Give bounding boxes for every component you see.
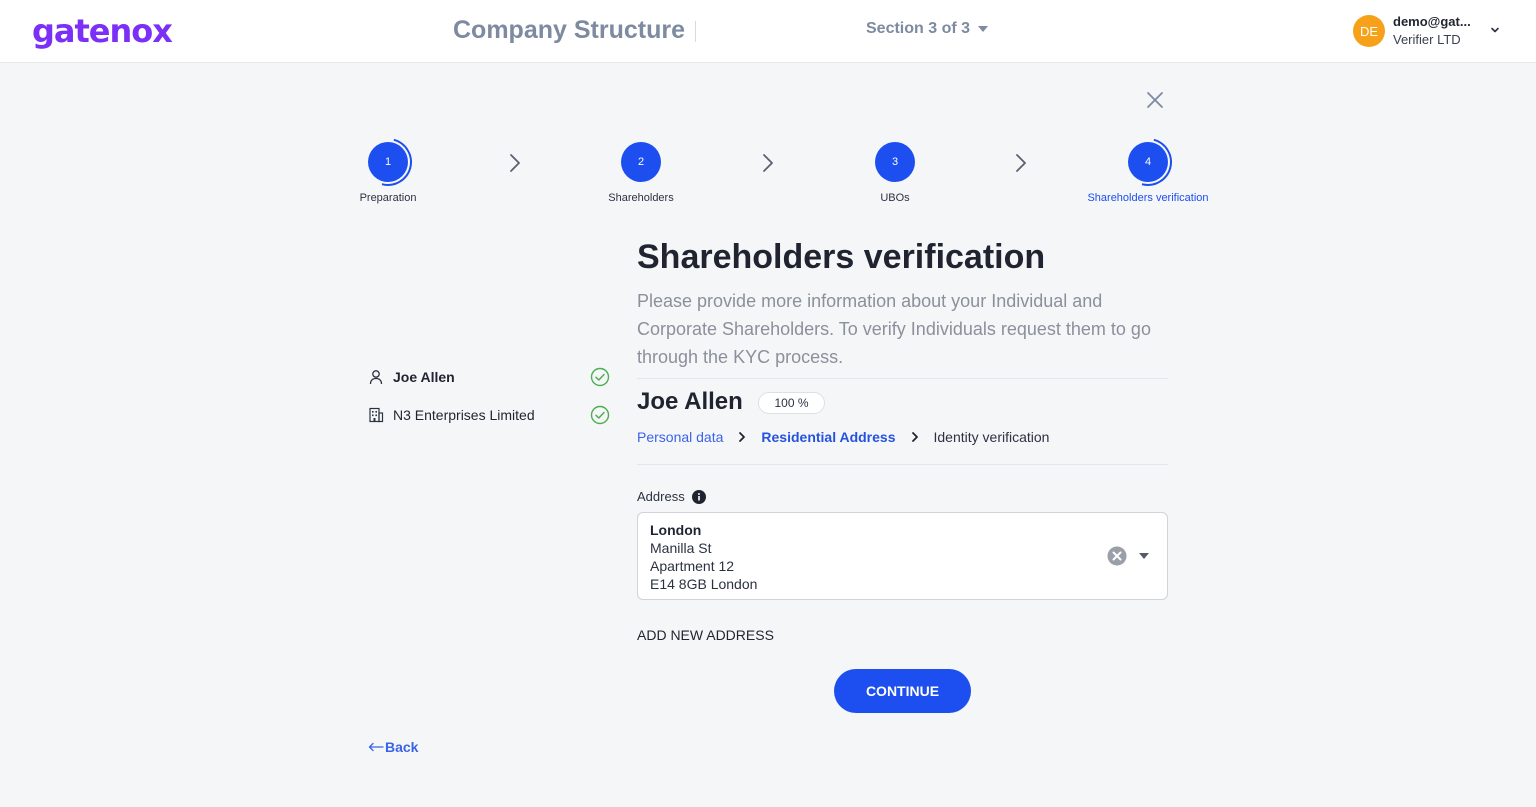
address-line: Manilla St <box>650 540 712 556</box>
shareholder-name: Joe Allen <box>637 388 743 415</box>
selected-address: London Manilla St Apartment 12 E14 8GB L… <box>650 521 757 593</box>
ownership-badge: 100 % <box>758 392 825 414</box>
top-bar: gatenox Company Structure Section 3 of 3… <box>0 0 1536 63</box>
check-circle-icon <box>590 367 610 387</box>
breadcrumb-personal-data[interactable]: Personal data <box>637 429 723 445</box>
user-info: demo@gat... Verifier LTD <box>1393 13 1475 49</box>
step-label: UBOs <box>880 192 910 204</box>
close-icon[interactable] <box>1145 90 1165 110</box>
title-divider <box>695 21 696 42</box>
building-icon <box>369 407 384 423</box>
step-label: Preparation <box>359 192 417 204</box>
breadcrumb-residential-address[interactable]: Residential Address <box>761 429 895 445</box>
step-shareholders-verification[interactable]: 4 Shareholders verification <box>1058 142 1238 204</box>
caret-down-icon[interactable] <box>1139 553 1149 559</box>
step-label: Shareholders verification <box>1087 192 1209 204</box>
breadcrumb-identity-verification[interactable]: Identity verification <box>934 429 1050 445</box>
section-description: Please provide more information about yo… <box>637 291 1151 367</box>
user-org: Verifier LTD <box>1393 32 1461 47</box>
entity-item-company[interactable]: N3 Enterprises Limited <box>368 405 610 425</box>
chevron-down-icon[interactable] <box>1489 24 1501 36</box>
chevron-right-icon <box>763 154 773 172</box>
section-heading: Shareholders verification <box>637 238 1046 276</box>
user-menu[interactable]: DE demo@gat... Verifier LTD <box>1353 13 1475 49</box>
step-shareholders[interactable]: 2 Shareholders <box>551 142 731 204</box>
caret-down-icon <box>978 26 989 32</box>
chevron-right-icon <box>911 432 918 442</box>
page-title: Company Structure <box>453 16 685 44</box>
avatar: DE <box>1353 15 1385 47</box>
info-icon[interactable] <box>691 489 706 504</box>
address-select[interactable]: London Manilla St Apartment 12 E14 8GB L… <box>637 512 1168 600</box>
entity-name: N3 Enterprises Limited <box>393 407 535 423</box>
back-button[interactable]: Back <box>368 739 418 755</box>
address-line: Apartment 12 <box>650 558 735 574</box>
check-circle-icon <box>590 405 610 425</box>
chevron-right-icon <box>1016 154 1026 172</box>
back-label: Back <box>385 739 419 755</box>
gatenox-logo[interactable]: gatenox <box>32 12 173 50</box>
step-ubos[interactable]: 3 UBOs <box>805 142 985 204</box>
clear-icon[interactable] <box>1107 546 1127 566</box>
chevron-right-icon <box>510 154 520 172</box>
user-email: demo@gat... <box>1393 14 1471 29</box>
address-line: E14 8GB London <box>650 576 758 592</box>
step-label: Shareholders <box>608 192 674 204</box>
breadcrumb: Personal data Residential Address Identi… <box>637 429 1049 445</box>
address-label: Address <box>637 489 685 504</box>
section-label: Section 3 of 3 <box>866 20 971 37</box>
step-preparation[interactable]: 1 Preparation <box>298 142 478 204</box>
step-circle: 1 <box>368 142 408 182</box>
entity-name: Joe Allen <box>393 369 455 385</box>
chevron-right-icon <box>739 432 746 442</box>
divider <box>637 464 1168 465</box>
add-new-address-button[interactable]: ADD NEW ADDRESS <box>637 627 774 643</box>
continue-button[interactable]: CONTINUE <box>834 669 971 713</box>
step-circle: 3 <box>875 142 915 182</box>
divider <box>637 378 1168 379</box>
address-city: London <box>650 522 702 538</box>
entity-item-person[interactable]: Joe Allen <box>368 367 610 387</box>
address-field-label: Address <box>637 489 706 504</box>
step-circle: 2 <box>621 142 661 182</box>
step-circle: 4 <box>1128 142 1168 182</box>
arrow-left-icon <box>368 742 384 752</box>
section-dropdown[interactable]: Section 3 of 3 <box>866 20 989 38</box>
person-icon <box>369 370 383 385</box>
